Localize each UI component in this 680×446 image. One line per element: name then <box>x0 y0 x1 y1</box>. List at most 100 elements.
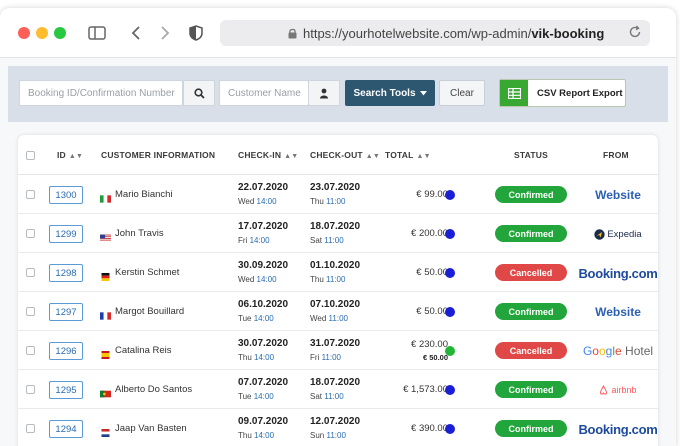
select-all-checkbox[interactable] <box>26 151 35 160</box>
source-expedia-logo: Expedia <box>607 228 642 240</box>
row-checkbox[interactable] <box>26 268 35 277</box>
source-google-hotel-logo: Google Hotel <box>582 344 654 358</box>
row-checkbox[interactable] <box>26 190 35 199</box>
source-website-logo: Website <box>595 305 641 319</box>
table-row: 1299 John Travis 17.07.2020 Fri 14:00 18.07.… <box>18 214 658 253</box>
expedia-icon <box>594 228 606 240</box>
checkin-date: 09.07.2020 <box>238 416 289 427</box>
booking-id-link[interactable]: 1299 <box>49 225 83 243</box>
status-badge: Confirmed <box>495 381 567 398</box>
status-dot <box>445 424 455 434</box>
total-amount: € 1,573.00 <box>403 384 448 395</box>
checkin-date: 17.07.2020 <box>238 221 289 232</box>
checkin-time: Fri 14:00 <box>238 236 270 245</box>
header-status: STATUS <box>514 150 548 160</box>
booking-id-link[interactable]: 1298 <box>49 264 83 282</box>
status-badge: Confirmed <box>495 186 567 203</box>
status-dot <box>445 268 455 278</box>
sort-icon: ▲▼ <box>365 153 381 160</box>
shield-icon[interactable] <box>185 22 207 44</box>
checkin-time: Thu 14:00 <box>238 353 275 362</box>
airbnb-icon <box>599 385 608 395</box>
bookings-table: ID ▲▼ CUSTOMER INFORMATION CHECK-IN ▲▼ CHE… <box>18 135 658 446</box>
customer-name: Kerstin Schmet <box>115 267 180 278</box>
sort-icon: ▲▼ <box>284 153 299 160</box>
booking-id-link[interactable]: 1300 <box>49 186 83 204</box>
row-checkbox[interactable] <box>26 229 35 238</box>
maximize-window-button[interactable] <box>54 27 66 39</box>
status-badge: Confirmed <box>495 420 567 437</box>
booking-id-input[interactable]: Booking ID/Confirmation Number <box>19 80 183 106</box>
checkin-date: 30.09.2020 <box>238 260 289 271</box>
customer-name: Catalina Reis <box>115 345 172 356</box>
row-checkbox[interactable] <box>26 307 35 316</box>
total-amount: € 99.00 <box>416 189 448 200</box>
status-dot <box>445 229 455 239</box>
reload-icon[interactable] <box>628 25 642 39</box>
checkin-date: 30.07.2020 <box>238 338 289 349</box>
status-dot <box>445 385 455 395</box>
table-row: 1298 Kerstin Schmet 30.09.2020 Wed 14:00 01.… <box>18 253 658 292</box>
header-checkin[interactable]: CHECK-IN ▲▼ <box>238 150 298 160</box>
search-tools-button[interactable]: Search Tools <box>345 80 435 106</box>
booking-source: Website <box>578 183 658 207</box>
customer-name-input[interactable]: Customer Name <box>219 80 309 106</box>
sort-icon: ▲▼ <box>416 153 431 160</box>
close-window-button[interactable] <box>18 27 30 39</box>
forward-arrow-icon[interactable] <box>154 22 176 44</box>
table-row: 1294 Jaap Van Basten 09.07.2020 Thu 14:00 12… <box>18 409 658 446</box>
table-row: 1297 Margot Bouillard 06.10.2020 Tue 14:00 0… <box>18 292 658 331</box>
flag-de-icon <box>100 268 111 281</box>
checkin-time: Thu 14:00 <box>238 431 275 440</box>
source-airbnb-logo: airbnb <box>611 385 637 395</box>
checkout-time: Wed 11:00 <box>310 314 348 323</box>
browser-window: https://yourhotelwebsite.com/wp-admin/vi… <box>0 8 676 446</box>
checkout-time: Sat 11:00 <box>310 392 344 401</box>
status-badge: Cancelled <box>495 342 567 359</box>
total-amount: € 200.00 <box>411 228 448 239</box>
back-arrow-icon[interactable] <box>125 22 147 44</box>
checkin-time: Tue 14:00 <box>238 392 274 401</box>
row-checkbox[interactable] <box>26 346 35 355</box>
checkin-date: 06.10.2020 <box>238 299 289 310</box>
status-dot <box>445 307 455 317</box>
customer-name: Alberto Do Santos <box>115 384 193 395</box>
sidebar-icon[interactable] <box>86 22 108 44</box>
booking-source: Website <box>578 300 658 324</box>
caret-down-icon <box>419 90 427 95</box>
minimize-window-button[interactable] <box>36 27 48 39</box>
booking-id-link[interactable]: 1294 <box>49 420 83 438</box>
checkin-date: 22.07.2020 <box>238 182 289 193</box>
booking-source: Booking.com <box>578 261 658 285</box>
customer-search-button[interactable] <box>308 80 340 106</box>
booking-search-button[interactable] <box>183 80 215 106</box>
customer-name: Margot Bouillard <box>115 306 185 317</box>
checkout-date: 31.07.2020 <box>310 338 361 349</box>
flag-nl-icon <box>100 424 111 437</box>
browser-titlebar: https://yourhotelwebsite.com/wp-admin/vi… <box>0 8 676 58</box>
booking-id-link[interactable]: 1295 <box>49 381 83 399</box>
csv-export-button[interactable]: CSV Report Export <box>499 79 626 107</box>
source-booking-logo: Booking.com <box>578 421 658 437</box>
checkin-date: 07.07.2020 <box>238 377 289 388</box>
booking-id-link[interactable]: 1296 <box>49 342 83 360</box>
search-icon <box>193 87 205 99</box>
customer-name: Mario Bianchi <box>115 189 173 200</box>
flag-us-icon <box>100 229 111 242</box>
lock-icon <box>288 28 297 39</box>
checkout-date: 18.07.2020 <box>310 221 361 232</box>
total-deposit: € 50.00 <box>422 353 448 362</box>
booking-id-link[interactable]: 1297 <box>49 303 83 321</box>
status-badge: Confirmed <box>495 303 567 320</box>
clear-button[interactable]: Clear <box>439 80 485 106</box>
total-amount: € 390.00 <box>411 423 448 434</box>
search-toolbar: Booking ID/Confirmation Number Customer … <box>8 66 668 122</box>
total-amount: € 230.00 <box>411 339 448 350</box>
booking-source: Booking.com <box>578 417 658 441</box>
header-total[interactable]: TOTAL ▲▼ <box>385 150 431 160</box>
header-id[interactable]: ID ▲▼ <box>57 150 83 160</box>
header-checkout[interactable]: CHECK-OUT ▲▼ <box>310 150 380 160</box>
row-checkbox[interactable] <box>26 385 35 394</box>
row-checkbox[interactable] <box>26 424 35 433</box>
address-bar[interactable]: https://yourhotelwebsite.com/wp-admin/vi… <box>220 20 650 46</box>
